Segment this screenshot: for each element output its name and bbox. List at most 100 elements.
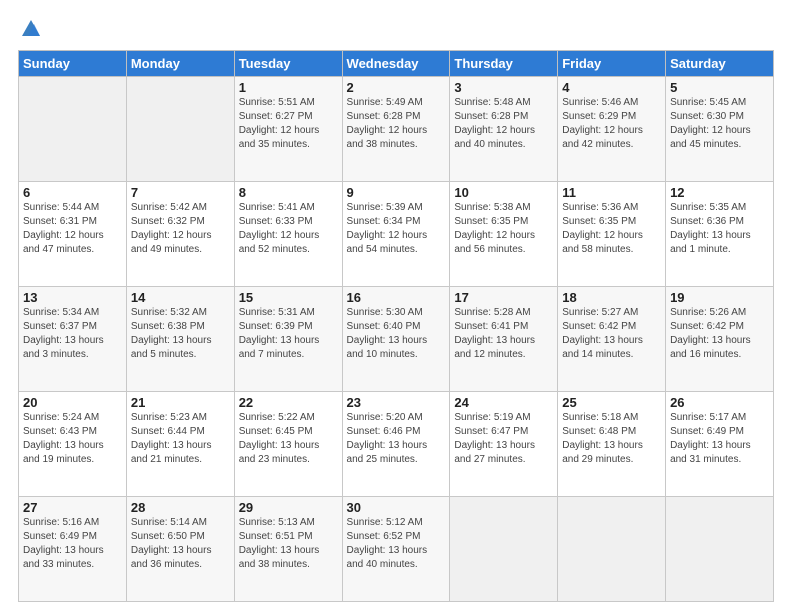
day-info: Sunrise: 5:19 AMSunset: 6:47 PMDaylight:… (454, 411, 553, 467)
day-number: 19 (670, 290, 769, 305)
day-number: 7 (131, 185, 230, 200)
calendar-cell: 20Sunrise: 5:24 AMSunset: 6:43 PMDayligh… (19, 392, 127, 497)
day-header-monday: Monday (126, 51, 234, 77)
calendar-cell: 3Sunrise: 5:48 AMSunset: 6:28 PMDaylight… (450, 77, 558, 182)
day-number: 2 (347, 80, 446, 95)
day-info: Sunrise: 5:22 AMSunset: 6:45 PMDaylight:… (239, 411, 338, 467)
day-number: 20 (23, 395, 122, 410)
calendar-cell (126, 77, 234, 182)
day-info: Sunrise: 5:48 AMSunset: 6:28 PMDaylight:… (454, 96, 553, 152)
day-info: Sunrise: 5:26 AMSunset: 6:42 PMDaylight:… (670, 306, 769, 362)
calendar-cell: 1Sunrise: 5:51 AMSunset: 6:27 PMDaylight… (234, 77, 342, 182)
day-number: 18 (562, 290, 661, 305)
day-info: Sunrise: 5:42 AMSunset: 6:32 PMDaylight:… (131, 201, 230, 257)
calendar-week-4: 20Sunrise: 5:24 AMSunset: 6:43 PMDayligh… (19, 392, 774, 497)
day-info: Sunrise: 5:13 AMSunset: 6:51 PMDaylight:… (239, 516, 338, 572)
day-number: 8 (239, 185, 338, 200)
calendar-cell: 9Sunrise: 5:39 AMSunset: 6:34 PMDaylight… (342, 182, 450, 287)
calendar-week-3: 13Sunrise: 5:34 AMSunset: 6:37 PMDayligh… (19, 287, 774, 392)
day-number: 10 (454, 185, 553, 200)
calendar-cell (558, 497, 666, 602)
calendar-cell (666, 497, 774, 602)
calendar-cell (450, 497, 558, 602)
calendar-cell: 15Sunrise: 5:31 AMSunset: 6:39 PMDayligh… (234, 287, 342, 392)
calendar-cell: 4Sunrise: 5:46 AMSunset: 6:29 PMDaylight… (558, 77, 666, 182)
day-info: Sunrise: 5:18 AMSunset: 6:48 PMDaylight:… (562, 411, 661, 467)
calendar-header-row: SundayMondayTuesdayWednesdayThursdayFrid… (19, 51, 774, 77)
day-info: Sunrise: 5:28 AMSunset: 6:41 PMDaylight:… (454, 306, 553, 362)
day-number: 28 (131, 500, 230, 515)
day-info: Sunrise: 5:51 AMSunset: 6:27 PMDaylight:… (239, 96, 338, 152)
day-info: Sunrise: 5:31 AMSunset: 6:39 PMDaylight:… (239, 306, 338, 362)
calendar-cell: 27Sunrise: 5:16 AMSunset: 6:49 PMDayligh… (19, 497, 127, 602)
day-info: Sunrise: 5:24 AMSunset: 6:43 PMDaylight:… (23, 411, 122, 467)
calendar-cell: 5Sunrise: 5:45 AMSunset: 6:30 PMDaylight… (666, 77, 774, 182)
calendar-week-2: 6Sunrise: 5:44 AMSunset: 6:31 PMDaylight… (19, 182, 774, 287)
day-number: 24 (454, 395, 553, 410)
calendar-cell: 10Sunrise: 5:38 AMSunset: 6:35 PMDayligh… (450, 182, 558, 287)
day-info: Sunrise: 5:35 AMSunset: 6:36 PMDaylight:… (670, 201, 769, 257)
day-info: Sunrise: 5:23 AMSunset: 6:44 PMDaylight:… (131, 411, 230, 467)
day-header-tuesday: Tuesday (234, 51, 342, 77)
calendar-cell: 24Sunrise: 5:19 AMSunset: 6:47 PMDayligh… (450, 392, 558, 497)
day-number: 25 (562, 395, 661, 410)
calendar-cell: 14Sunrise: 5:32 AMSunset: 6:38 PMDayligh… (126, 287, 234, 392)
day-info: Sunrise: 5:44 AMSunset: 6:31 PMDaylight:… (23, 201, 122, 257)
day-number: 29 (239, 500, 338, 515)
calendar-cell: 23Sunrise: 5:20 AMSunset: 6:46 PMDayligh… (342, 392, 450, 497)
day-number: 14 (131, 290, 230, 305)
day-number: 3 (454, 80, 553, 95)
day-number: 22 (239, 395, 338, 410)
calendar-cell: 22Sunrise: 5:22 AMSunset: 6:45 PMDayligh… (234, 392, 342, 497)
calendar-cell: 21Sunrise: 5:23 AMSunset: 6:44 PMDayligh… (126, 392, 234, 497)
calendar-table: SundayMondayTuesdayWednesdayThursdayFrid… (18, 50, 774, 602)
calendar-cell: 8Sunrise: 5:41 AMSunset: 6:33 PMDaylight… (234, 182, 342, 287)
day-number: 21 (131, 395, 230, 410)
calendar-cell: 11Sunrise: 5:36 AMSunset: 6:35 PMDayligh… (558, 182, 666, 287)
day-info: Sunrise: 5:16 AMSunset: 6:49 PMDaylight:… (23, 516, 122, 572)
calendar-week-1: 1Sunrise: 5:51 AMSunset: 6:27 PMDaylight… (19, 77, 774, 182)
calendar-cell: 18Sunrise: 5:27 AMSunset: 6:42 PMDayligh… (558, 287, 666, 392)
day-number: 26 (670, 395, 769, 410)
day-number: 23 (347, 395, 446, 410)
calendar-cell: 28Sunrise: 5:14 AMSunset: 6:50 PMDayligh… (126, 497, 234, 602)
calendar-cell: 6Sunrise: 5:44 AMSunset: 6:31 PMDaylight… (19, 182, 127, 287)
calendar-cell: 26Sunrise: 5:17 AMSunset: 6:49 PMDayligh… (666, 392, 774, 497)
day-info: Sunrise: 5:49 AMSunset: 6:28 PMDaylight:… (347, 96, 446, 152)
day-info: Sunrise: 5:46 AMSunset: 6:29 PMDaylight:… (562, 96, 661, 152)
day-info: Sunrise: 5:41 AMSunset: 6:33 PMDaylight:… (239, 201, 338, 257)
calendar-week-5: 27Sunrise: 5:16 AMSunset: 6:49 PMDayligh… (19, 497, 774, 602)
calendar-cell: 30Sunrise: 5:12 AMSunset: 6:52 PMDayligh… (342, 497, 450, 602)
calendar-cell: 12Sunrise: 5:35 AMSunset: 6:36 PMDayligh… (666, 182, 774, 287)
day-info: Sunrise: 5:39 AMSunset: 6:34 PMDaylight:… (347, 201, 446, 257)
header (18, 18, 774, 40)
calendar-cell: 16Sunrise: 5:30 AMSunset: 6:40 PMDayligh… (342, 287, 450, 392)
day-info: Sunrise: 5:14 AMSunset: 6:50 PMDaylight:… (131, 516, 230, 572)
calendar-cell: 29Sunrise: 5:13 AMSunset: 6:51 PMDayligh… (234, 497, 342, 602)
day-info: Sunrise: 5:27 AMSunset: 6:42 PMDaylight:… (562, 306, 661, 362)
day-header-thursday: Thursday (450, 51, 558, 77)
logo-icon (20, 18, 42, 40)
day-number: 4 (562, 80, 661, 95)
day-number: 6 (23, 185, 122, 200)
calendar-cell: 2Sunrise: 5:49 AMSunset: 6:28 PMDaylight… (342, 77, 450, 182)
day-number: 27 (23, 500, 122, 515)
day-number: 15 (239, 290, 338, 305)
day-info: Sunrise: 5:20 AMSunset: 6:46 PMDaylight:… (347, 411, 446, 467)
day-info: Sunrise: 5:30 AMSunset: 6:40 PMDaylight:… (347, 306, 446, 362)
day-number: 11 (562, 185, 661, 200)
day-info: Sunrise: 5:17 AMSunset: 6:49 PMDaylight:… (670, 411, 769, 467)
day-number: 9 (347, 185, 446, 200)
calendar-cell (19, 77, 127, 182)
day-info: Sunrise: 5:34 AMSunset: 6:37 PMDaylight:… (23, 306, 122, 362)
calendar-cell: 13Sunrise: 5:34 AMSunset: 6:37 PMDayligh… (19, 287, 127, 392)
page: SundayMondayTuesdayWednesdayThursdayFrid… (0, 0, 792, 612)
day-info: Sunrise: 5:38 AMSunset: 6:35 PMDaylight:… (454, 201, 553, 257)
day-header-friday: Friday (558, 51, 666, 77)
day-info: Sunrise: 5:12 AMSunset: 6:52 PMDaylight:… (347, 516, 446, 572)
day-header-saturday: Saturday (666, 51, 774, 77)
calendar-cell: 7Sunrise: 5:42 AMSunset: 6:32 PMDaylight… (126, 182, 234, 287)
day-number: 13 (23, 290, 122, 305)
calendar-cell: 19Sunrise: 5:26 AMSunset: 6:42 PMDayligh… (666, 287, 774, 392)
day-header-wednesday: Wednesday (342, 51, 450, 77)
